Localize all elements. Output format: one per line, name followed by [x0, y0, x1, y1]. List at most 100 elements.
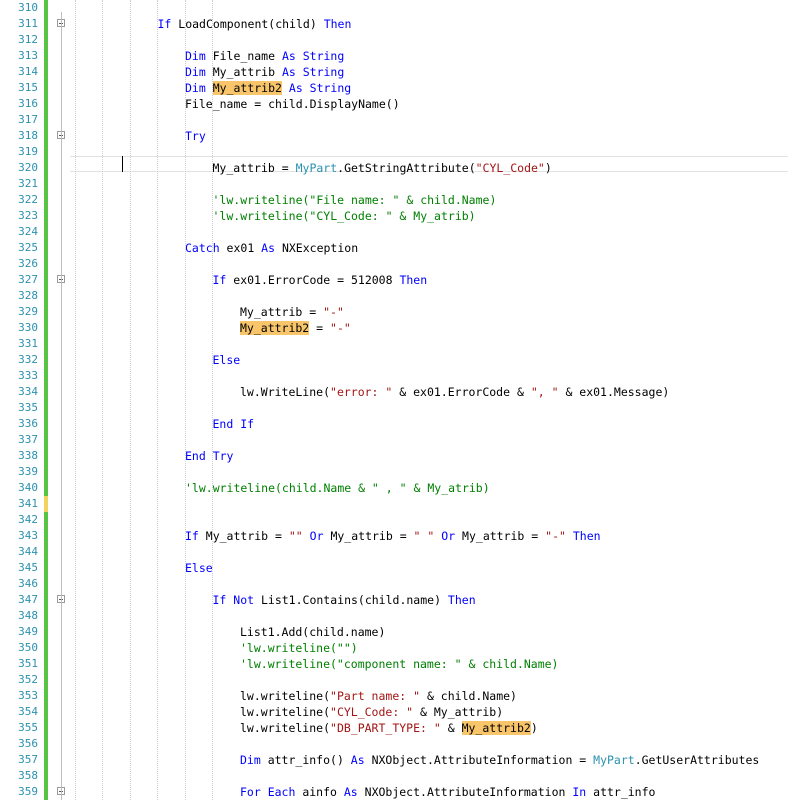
line-number: 338 — [18, 449, 38, 462]
code-line[interactable]: 314 Dim My_attrib As String — [0, 64, 788, 80]
code-line[interactable]: 331 — [0, 336, 788, 352]
code-text: Dim attr_info() As NXObject.AttributeInf… — [240, 752, 759, 768]
code-line[interactable]: 336 End If — [0, 416, 788, 432]
code-line[interactable]: 329 My_attrib = "-" — [0, 304, 788, 320]
code-line[interactable]: 348 — [0, 608, 788, 624]
code-line[interactable]: 357 Dim attr_info() As NXObject.Attribute… — [0, 752, 788, 768]
code-line[interactable]: 320 My_attrib = MyPart.GetStringAttribute… — [0, 160, 788, 176]
code-line[interactable]: 318 Try — [0, 128, 788, 144]
code-text: Else — [213, 352, 241, 368]
code-line[interactable]: 354 lw.writeline("CYL_Code: " & My_attrib… — [0, 704, 788, 720]
line-number: 312 — [18, 33, 38, 46]
change-marker — [44, 208, 48, 224]
change-marker — [44, 768, 48, 784]
code-token: As — [261, 241, 282, 255]
code-line[interactable]: 330 My_attrib2 = "-" — [0, 320, 788, 336]
code-line[interactable]: 324 — [0, 224, 788, 240]
change-marker — [44, 432, 48, 448]
code-line[interactable]: 356 — [0, 736, 788, 752]
code-line[interactable]: 327 If ex01.ErrorCode = 512008 Then — [0, 272, 788, 288]
code-token: & child.Name) — [420, 689, 517, 703]
code-text: If Not List1.Contains(child.name) Then — [213, 592, 476, 608]
code-line[interactable]: 317 — [0, 112, 788, 128]
code-line[interactable]: 332 Else — [0, 352, 788, 368]
code-line[interactable]: 353 lw.writeline("Part name: " & child.Na… — [0, 688, 788, 704]
line-number: 311 — [18, 17, 38, 30]
code-line[interactable]: 338 End Try — [0, 448, 788, 464]
code-token: & ex01.Message) — [558, 385, 670, 399]
code-line[interactable]: 359 For Each ainfo As NXObject.AttributeI… — [0, 784, 788, 800]
code-line[interactable]: 335 — [0, 400, 788, 416]
code-line[interactable]: 339 — [0, 464, 788, 480]
code-token: NXObject.AttributeInformation = — [371, 753, 594, 767]
code-token: MyPart — [593, 753, 635, 767]
line-number: 337 — [18, 433, 38, 446]
code-line[interactable]: 310 — [0, 0, 788, 16]
code-line[interactable]: 344 — [0, 544, 788, 560]
code-line[interactable]: 343 If My_attrib = "" Or My_attrib = " " … — [0, 528, 788, 544]
code-line[interactable]: 358 — [0, 768, 788, 784]
highlighted-symbol: My_attrib2 — [461, 721, 531, 735]
code-line[interactable]: 334 lw.WriteLine("error: " & ex01.ErrorCo… — [0, 384, 788, 400]
change-marker — [44, 784, 48, 800]
code-line[interactable]: 349 List1.Add(child.name) — [0, 624, 788, 640]
line-number: 356 — [18, 737, 38, 750]
code-line[interactable]: 325 Catch ex01 As NXException — [0, 240, 788, 256]
code-line[interactable]: 345 Else — [0, 560, 788, 576]
code-text: Catch ex01 As NXException — [185, 240, 358, 256]
code-text: File_name = child.DisplayName() — [185, 96, 400, 112]
line-number: 348 — [18, 609, 38, 622]
code-line[interactable]: 311 If LoadComponent(child) Then — [0, 16, 788, 32]
line-number: 340 — [18, 481, 38, 494]
code-line[interactable]: 315 Dim My_attrib2 As String — [0, 80, 788, 96]
change-marker — [44, 544, 48, 560]
code-line[interactable]: 355 lw.writeline("DB_PART_TYPE: " & My_at… — [0, 720, 788, 736]
code-line[interactable]: 313 Dim File_name As String — [0, 48, 788, 64]
line-number: 344 — [18, 545, 38, 558]
code-line[interactable]: 337 — [0, 432, 788, 448]
change-marker — [44, 0, 48, 16]
code-line[interactable]: 321 — [0, 176, 788, 192]
code-line[interactable]: 342 — [0, 512, 788, 528]
code-line[interactable]: 333 — [0, 368, 788, 384]
change-marker — [44, 336, 48, 352]
code-line[interactable]: 346 — [0, 576, 788, 592]
code-line[interactable]: 322 'lw.writeline("File name: " & child.N… — [0, 192, 788, 208]
change-marker — [44, 640, 48, 656]
line-number: 334 — [18, 385, 38, 398]
change-marker — [44, 80, 48, 96]
line-number: 321 — [18, 177, 38, 190]
line-number: 323 — [18, 209, 38, 222]
code-line[interactable]: 326 — [0, 256, 788, 272]
code-line[interactable]: 347 If Not List1.Contains(child.name) The… — [0, 592, 788, 608]
line-number: 339 — [18, 465, 38, 478]
code-token: NXObject.AttributeInformation — [364, 785, 573, 799]
code-token: "Part name: " — [330, 689, 421, 703]
code-line[interactable]: 312 — [0, 32, 788, 48]
code-text: Else — [185, 560, 213, 576]
code-line[interactable]: 341 — [0, 496, 788, 512]
change-marker — [44, 448, 48, 464]
code-token: 'lw.writeline(child.Name & " , " & My_at… — [185, 481, 490, 495]
code-token: " " — [413, 529, 435, 543]
code-token: .GetStringAttribute( — [337, 161, 476, 175]
code-line[interactable]: 350 'lw.writeline("") — [0, 640, 788, 656]
code-line[interactable]: 323 'lw.writeline("CYL_Code: " & My_atrib… — [0, 208, 788, 224]
code-token: & My_attrib) — [413, 705, 504, 719]
code-token: Then — [399, 273, 428, 287]
code-line[interactable]: 328 — [0, 288, 788, 304]
change-marker — [44, 736, 48, 752]
code-line[interactable]: 340 'lw.writeline(child.Name & " , " & My… — [0, 480, 788, 496]
code-text: My_attrib2 = "-" — [240, 320, 351, 336]
highlighted-symbol: My_attrib2 — [240, 321, 310, 335]
code-line[interactable]: 316 File_name = child.DisplayName() — [0, 96, 788, 112]
line-number: 352 — [18, 673, 38, 686]
change-marker — [44, 752, 48, 768]
code-line[interactable]: 351 'lw.writeline("component name: " & ch… — [0, 656, 788, 672]
code-token: End Try — [185, 449, 234, 463]
code-text: For Each ainfo As NXObject.AttributeInfo… — [240, 784, 655, 800]
line-number: 316 — [18, 97, 38, 110]
code-line[interactable]: 319 — [0, 144, 788, 160]
code-line[interactable]: 352 — [0, 672, 788, 688]
code-editor[interactable]: 310 311 If LoadComponent(child) Then 312 313… — [0, 0, 788, 800]
